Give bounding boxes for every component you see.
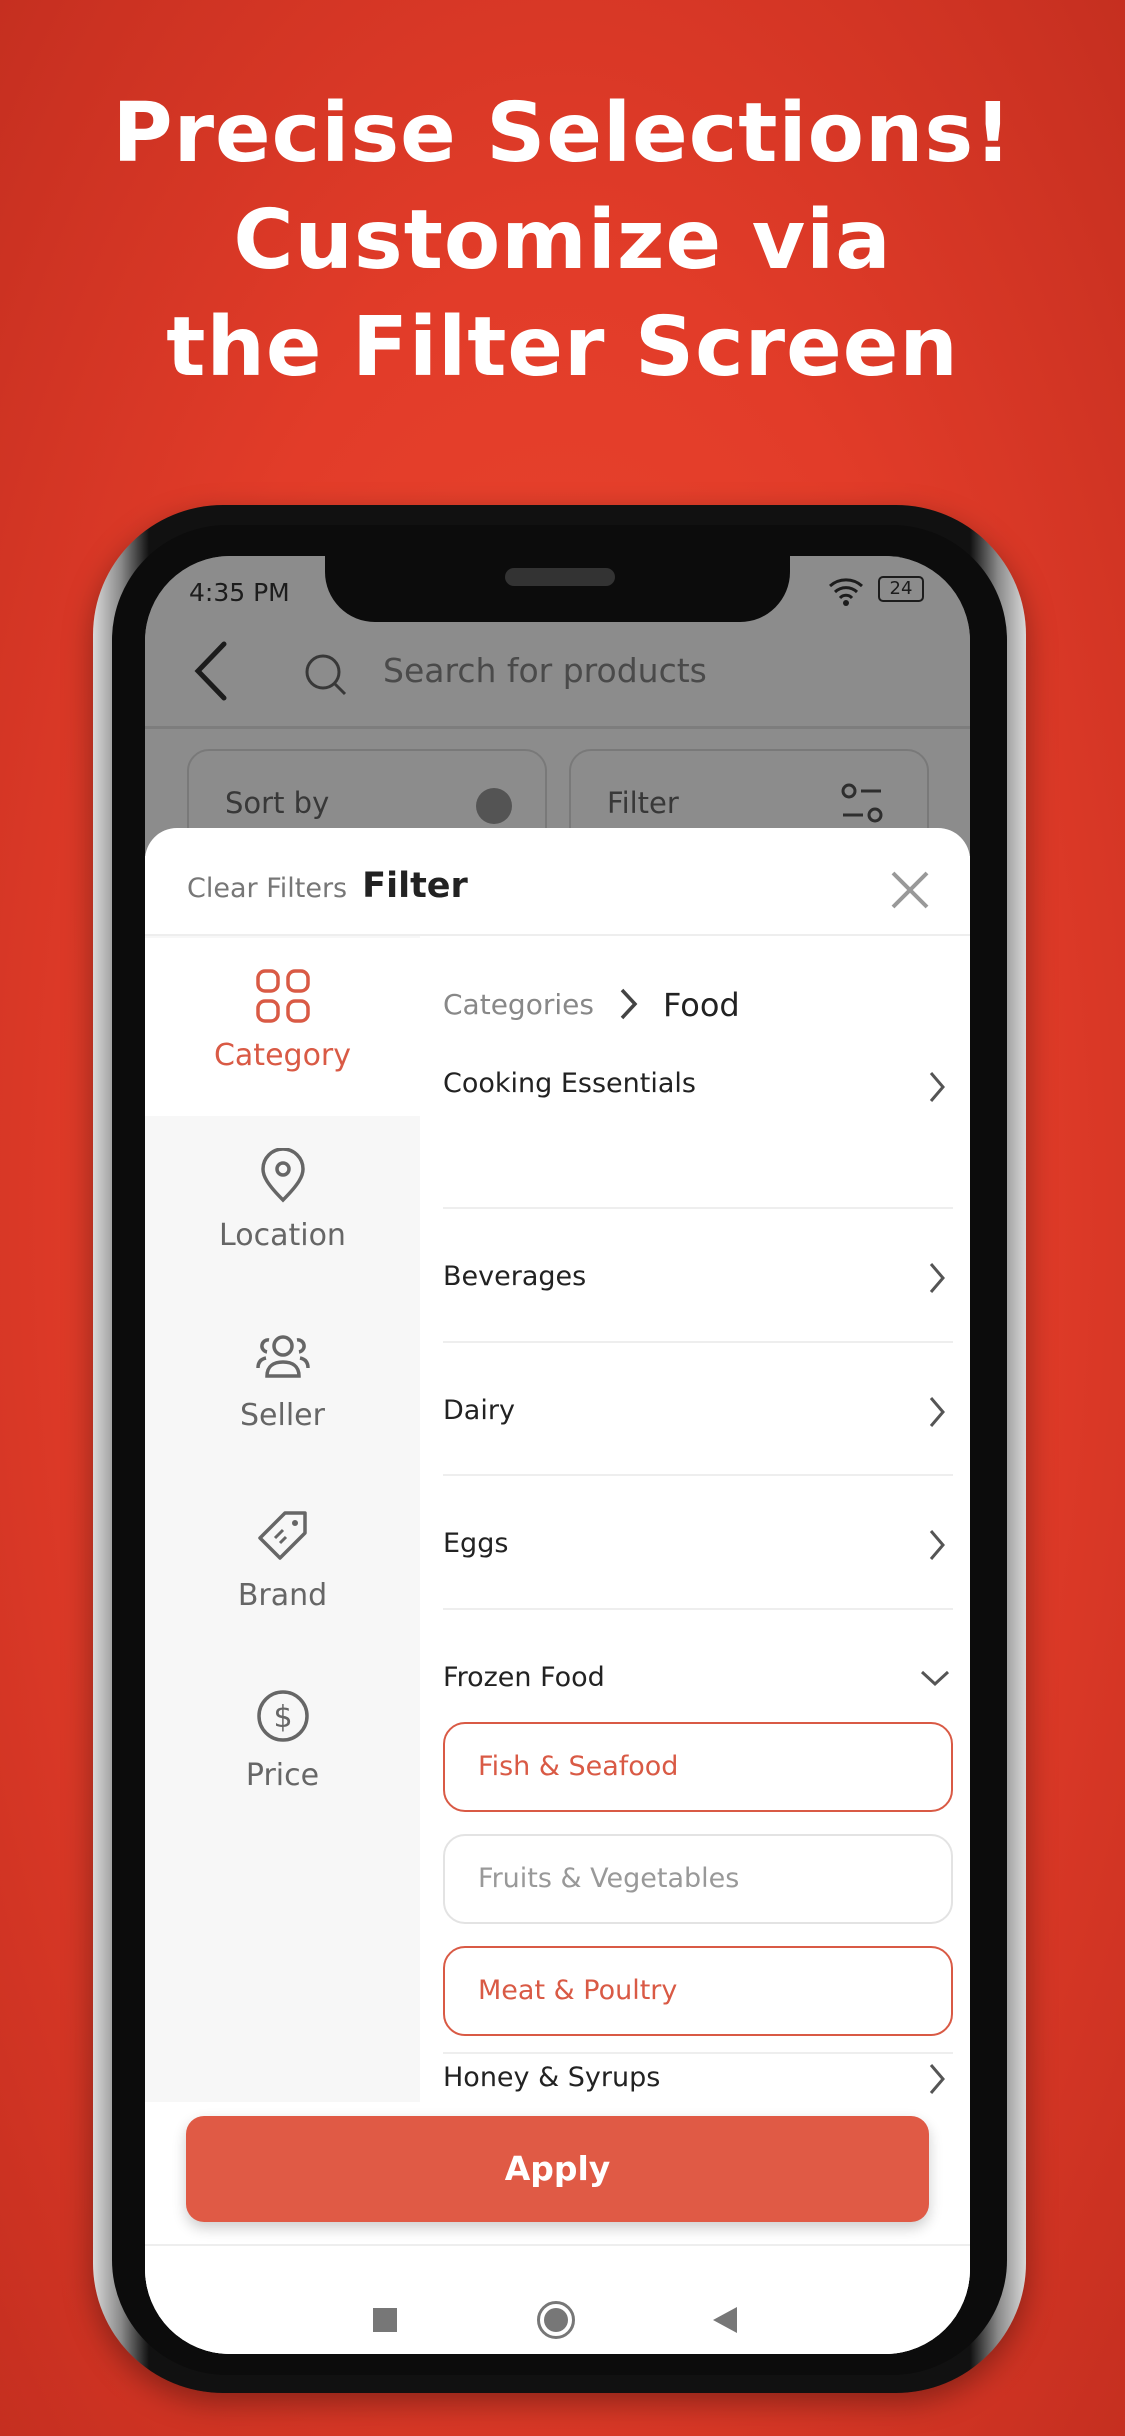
apply-bar: Apply: [145, 2102, 970, 2354]
category-label: Cooking Essentials: [443, 1068, 696, 1099]
tag-icon: [258, 1511, 307, 1560]
sidebar-item-brand[interactable]: Brand: [145, 1478, 420, 1656]
category-row[interactable]: Honey & Syrups: [443, 2056, 953, 2100]
category-row[interactable]: Eggs: [443, 1476, 953, 1610]
breadcrumb-root[interactable]: Categories: [443, 988, 594, 1021]
chevron-down-icon: [920, 1670, 950, 1687]
chevron-right-icon: [929, 1530, 945, 1560]
sidebar-item-label: Price: [245, 1758, 320, 1793]
category-row[interactable]: Beverages: [443, 1209, 953, 1343]
headline-line: the Filter Screen: [166, 300, 959, 395]
breadcrumb-current: Food: [663, 986, 740, 1024]
sidebar-item-label: Brand: [237, 1578, 328, 1613]
chevron-right-icon: [620, 988, 638, 1020]
speaker: [505, 568, 615, 586]
chip-label: Meat & Poultry: [478, 1975, 678, 2006]
headline-line: Customize via: [233, 193, 892, 288]
category-row[interactable]: Cooking Essentials: [443, 1068, 953, 1209]
category-label: Beverages: [443, 1261, 587, 1292]
category-label: Dairy: [443, 1395, 515, 1426]
divider: [145, 2244, 970, 2246]
sidebar-item-label: Category: [213, 1038, 352, 1073]
chevron-right-icon: [929, 1397, 945, 1427]
recent-apps-icon[interactable]: [373, 2308, 397, 2332]
subcategory-chip-selected[interactable]: Fish & Seafood: [443, 1722, 953, 1812]
category-label: Honey & Syrups: [443, 2062, 661, 2093]
chip-label: Fish & Seafood: [478, 1751, 679, 1782]
dollar-icon: $: [257, 1690, 309, 1742]
divider: [443, 2052, 953, 2054]
subcategory-chip[interactable]: Fruits & Vegetables: [443, 1834, 953, 1924]
filter-sidebar: Category Location Seller Brand $ Price: [145, 936, 420, 2102]
category-label: Frozen Food: [443, 1662, 605, 1693]
sidebar-item-seller[interactable]: Seller: [145, 1298, 420, 1476]
notch: [325, 556, 790, 622]
sidebar-item-location[interactable]: Location: [145, 1118, 420, 1296]
chip-label: Fruits & Vegetables: [478, 1863, 740, 1894]
filter-sheet: Clear Filters Filter Category Location S…: [145, 828, 970, 2354]
sidebar-item-label: Location: [219, 1218, 346, 1253]
headline-line: Precise Selections!: [112, 86, 1013, 181]
apply-button[interactable]: Apply: [186, 2116, 929, 2222]
svg-text:$: $: [273, 1700, 292, 1735]
location-pin-icon: [261, 1148, 305, 1203]
close-icon[interactable]: [890, 870, 930, 910]
chevron-right-icon: [929, 1072, 945, 1102]
users-icon: [256, 1335, 310, 1378]
promo-headline: Precise Selections! Customize via the Fi…: [0, 80, 1125, 401]
category-row-expanded[interactable]: Frozen Food: [443, 1610, 953, 1700]
subcategory-chip-selected[interactable]: Meat & Poultry: [443, 1946, 953, 2036]
category-label: Eggs: [443, 1528, 509, 1559]
back-nav-icon[interactable]: [711, 2305, 739, 2335]
sidebar-item-price[interactable]: $ Price: [145, 1658, 420, 1836]
sidebar-item-category[interactable]: Category: [145, 938, 420, 1116]
phone-screen: 4:35 PM 24 Search for products Sort by F…: [145, 556, 970, 2354]
chevron-right-icon: [929, 1263, 945, 1293]
chevron-right-icon: [929, 2064, 945, 2094]
grid-icon: [256, 969, 310, 1023]
home-icon[interactable]: [537, 2301, 575, 2339]
sheet-title: Filter: [362, 866, 468, 906]
sidebar-item-label: Seller: [240, 1398, 325, 1433]
category-row[interactable]: Dairy: [443, 1343, 953, 1476]
